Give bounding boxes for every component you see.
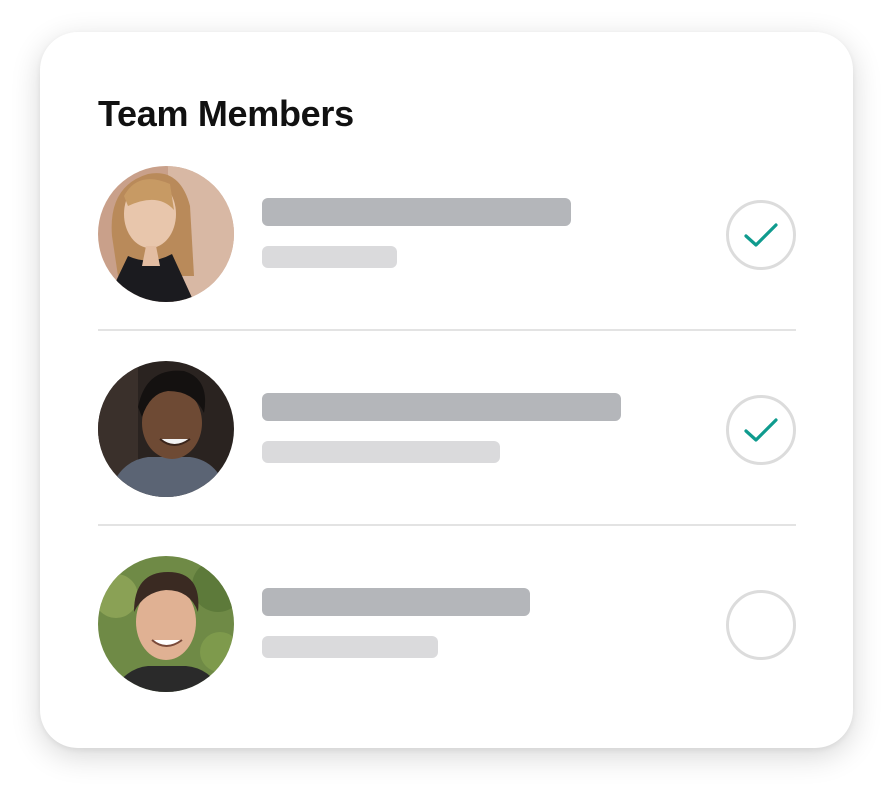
- avatar: [98, 361, 234, 497]
- checkmark-icon: [744, 418, 778, 442]
- avatar-photo-woman: [98, 166, 234, 302]
- avatar: [98, 556, 234, 692]
- checkmark-icon: [744, 223, 778, 247]
- team-members-card: Team Members: [40, 32, 853, 748]
- avatar-photo-man: [98, 361, 234, 497]
- member-row[interactable]: [98, 556, 796, 692]
- member-role-placeholder: [262, 636, 438, 658]
- member-role-placeholder: [262, 441, 500, 463]
- member-select-checkbox[interactable]: [726, 200, 796, 270]
- card-title: Team Members: [98, 93, 354, 134]
- avatar-photo-man: [98, 556, 234, 692]
- member-row[interactable]: [98, 166, 796, 302]
- member-select-checkbox[interactable]: [726, 590, 796, 660]
- member-name-placeholder: [262, 588, 530, 616]
- divider: [98, 329, 796, 331]
- member-name-placeholder: [262, 393, 621, 421]
- member-select-checkbox[interactable]: [726, 395, 796, 465]
- member-role-placeholder: [262, 246, 397, 268]
- divider: [98, 524, 796, 526]
- avatar: [98, 166, 234, 302]
- member-row[interactable]: [98, 361, 796, 497]
- member-name-placeholder: [262, 198, 571, 226]
